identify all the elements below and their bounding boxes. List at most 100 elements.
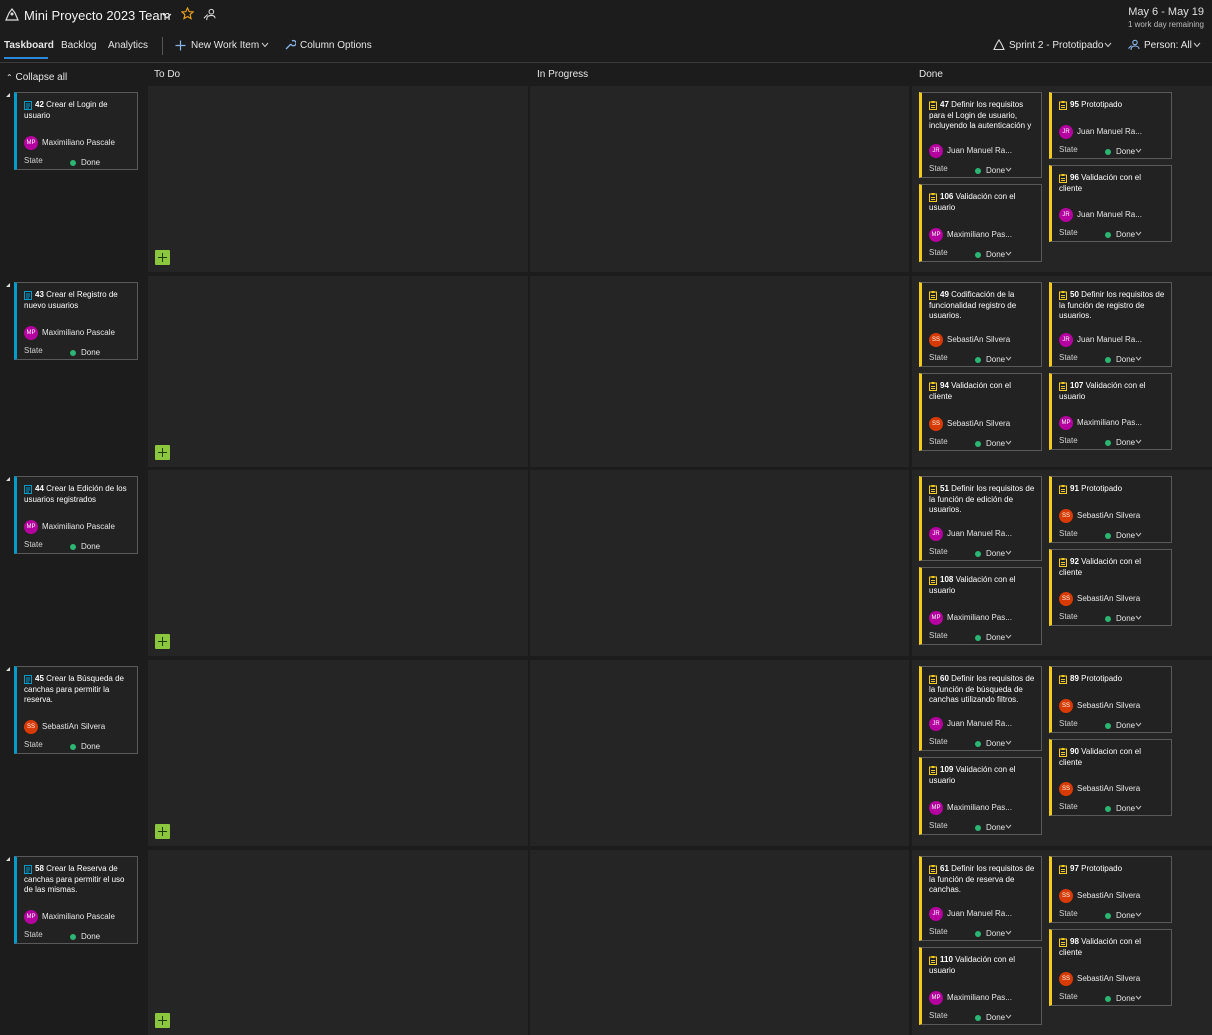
- state-chevron-down-icon[interactable]: [1135, 805, 1142, 810]
- card-title[interactable]: 50 Definir los requisitos de la función …: [1059, 290, 1165, 322]
- card-title[interactable]: 110 Validación con el usuario: [929, 955, 1035, 976]
- card-title[interactable]: 60 Definir los requisitos de la función …: [929, 674, 1035, 706]
- card-title[interactable]: 42 Crear el Login de usuario: [24, 100, 131, 121]
- state-chevron-down-icon[interactable]: [1005, 550, 1012, 555]
- user-story-card[interactable]: 45 Crear la Búsqueda de canchas para per…: [14, 666, 138, 754]
- swimlane-collapse-icon[interactable]: [6, 667, 10, 671]
- todo-cell[interactable]: [148, 276, 528, 467]
- team-title[interactable]: Mini Proyecto 2023 Team: [24, 8, 170, 23]
- add-task-button[interactable]: [155, 250, 170, 265]
- state-chevron-down-icon[interactable]: [1005, 440, 1012, 445]
- state-value[interactable]: Done: [975, 929, 1005, 938]
- state-chevron-down-icon[interactable]: [1005, 634, 1012, 639]
- task-card[interactable]: 91 Prototipado SS SebastiAn Silvera State Do…: [1049, 476, 1172, 543]
- state-value[interactable]: Done: [1105, 531, 1135, 540]
- swimlane-collapse-icon[interactable]: [6, 93, 10, 97]
- in-progress-cell[interactable]: [530, 276, 909, 467]
- assignee[interactable]: MP Maximiliano Pascale: [24, 136, 115, 150]
- swimlane-collapse-icon[interactable]: [6, 477, 10, 481]
- state-value[interactable]: Done: [1105, 721, 1135, 730]
- task-card[interactable]: 90 Validacion con el cliente SS SebastiAn …: [1049, 739, 1172, 816]
- state-value[interactable]: Done: [1105, 994, 1135, 1003]
- assignee[interactable]: MP Maximiliano Pas...: [929, 991, 1012, 1005]
- state-value[interactable]: Done: [975, 355, 1005, 364]
- assignee[interactable]: JR Juan Manuel Ra...: [1059, 208, 1142, 222]
- task-card[interactable]: 49 Codificación de la funcionalidad regi…: [919, 282, 1042, 367]
- task-card[interactable]: 106 Validación con el usuario MP Maximilia…: [919, 184, 1042, 262]
- state-chevron-down-icon[interactable]: [1135, 995, 1142, 1000]
- task-card[interactable]: 92 Validación con el cliente SS SebastiAn …: [1049, 549, 1172, 626]
- assignee[interactable]: JR Juan Manuel Ra...: [1059, 333, 1142, 347]
- assignee[interactable]: SS SebastiAn Silvera: [1059, 592, 1140, 606]
- state-chevron-down-icon[interactable]: [1135, 439, 1142, 444]
- task-card[interactable]: 97 Prototipado SS SebastiAn Silvera State Do…: [1049, 856, 1172, 923]
- swimlane-collapse-icon[interactable]: [6, 857, 10, 861]
- card-title[interactable]: 94 Validación con el cliente: [929, 381, 1035, 402]
- assignee[interactable]: MP Maximiliano Pascale: [24, 520, 115, 534]
- state-value[interactable]: Done: [1105, 147, 1135, 156]
- state-chevron-down-icon[interactable]: [1005, 740, 1012, 745]
- assignee[interactable]: SS SebastiAn Silvera: [929, 333, 1010, 347]
- assignee[interactable]: MP Maximiliano Pascale: [24, 910, 115, 924]
- card-title[interactable]: 108 Validación con el usuario: [929, 575, 1035, 596]
- state-value[interactable]: Done: [70, 742, 100, 751]
- task-card[interactable]: 98 Validación con el cliente SS SebastiAn …: [1049, 929, 1172, 1006]
- assignee[interactable]: SS SebastiAn Silvera: [1059, 889, 1140, 903]
- todo-cell[interactable]: [148, 850, 528, 1035]
- card-title[interactable]: 58 Crear la Reserva de canchas para perm…: [24, 864, 131, 896]
- assignee[interactable]: SS SebastiAn Silvera: [1059, 699, 1140, 713]
- assignee[interactable]: SS SebastiAn Silvera: [1059, 972, 1140, 986]
- assignee[interactable]: JR Juan Manuel Ra...: [1059, 125, 1142, 139]
- column-options-button[interactable]: Column Options: [284, 39, 372, 51]
- state-value[interactable]: Done: [975, 250, 1005, 259]
- state-value[interactable]: Done: [975, 823, 1005, 832]
- assignee[interactable]: SS SebastiAn Silvera: [24, 720, 105, 734]
- state-chevron-down-icon[interactable]: [1135, 148, 1142, 153]
- state-chevron-down-icon[interactable]: [1135, 912, 1142, 917]
- assignee[interactable]: MP Maximiliano Pascale: [24, 326, 115, 340]
- state-value[interactable]: Done: [975, 633, 1005, 642]
- todo-cell[interactable]: [148, 86, 528, 272]
- state-value[interactable]: Done: [1105, 230, 1135, 239]
- assignee[interactable]: JR Juan Manuel Ra...: [929, 144, 1012, 158]
- state-chevron-down-icon[interactable]: [1005, 1014, 1012, 1019]
- assignee[interactable]: SS SebastiAn Silvera: [1059, 782, 1140, 796]
- tab-backlog[interactable]: Backlog: [61, 40, 97, 51]
- state-value[interactable]: Done: [1105, 911, 1135, 920]
- card-title[interactable]: 43 Crear el Registro de nuevo usuarios: [24, 290, 131, 311]
- state-chevron-down-icon[interactable]: [1005, 251, 1012, 256]
- assignee[interactable]: SS SebastiAn Silvera: [1059, 509, 1140, 523]
- state-chevron-down-icon[interactable]: [1005, 356, 1012, 361]
- swimlane-collapse-icon[interactable]: [6, 283, 10, 287]
- state-chevron-down-icon[interactable]: [1005, 930, 1012, 935]
- card-title[interactable]: 96 Validación con el cliente: [1059, 173, 1165, 194]
- card-title[interactable]: 47 Definir los requisitos para el Login …: [929, 100, 1035, 132]
- card-title[interactable]: 49 Codificación de la funcionalidad regi…: [929, 290, 1035, 322]
- add-task-button[interactable]: [155, 824, 170, 839]
- state-chevron-down-icon[interactable]: [1005, 167, 1012, 172]
- state-value[interactable]: Done: [70, 158, 100, 167]
- card-title[interactable]: 61 Definir los requisitos de la función …: [929, 864, 1035, 896]
- state-chevron-down-icon[interactable]: [1135, 722, 1142, 727]
- card-title[interactable]: 91 Prototipado: [1059, 484, 1165, 495]
- state-value[interactable]: Done: [70, 542, 100, 551]
- state-value[interactable]: Done: [1105, 804, 1135, 813]
- user-story-card[interactable]: 43 Crear el Registro de nuevo usuarios MP…: [14, 282, 138, 360]
- card-title[interactable]: 106 Validación con el usuario: [929, 192, 1035, 213]
- collapse-all-button[interactable]: ⌃ Collapse all: [6, 72, 67, 83]
- state-value[interactable]: Done: [975, 1013, 1005, 1022]
- add-task-button[interactable]: [155, 445, 170, 460]
- assignee[interactable]: JR Juan Manuel Ra...: [929, 527, 1012, 541]
- card-title[interactable]: 97 Prototipado: [1059, 864, 1165, 875]
- task-card[interactable]: 60 Definir los requisitos de la función …: [919, 666, 1042, 751]
- sprint-selector[interactable]: Sprint 2 - Prototipado: [993, 39, 1112, 51]
- assignee[interactable]: MP Maximiliano Pas...: [1059, 416, 1142, 430]
- add-task-button[interactable]: [155, 634, 170, 649]
- state-value[interactable]: Done: [70, 348, 100, 357]
- state-chevron-down-icon[interactable]: [1135, 356, 1142, 361]
- assignee[interactable]: MP Maximiliano Pas...: [929, 228, 1012, 242]
- assignee[interactable]: SS SebastiAn Silvera: [929, 417, 1010, 431]
- todo-cell[interactable]: [148, 470, 528, 656]
- task-card[interactable]: 51 Definir los requisitos de la función …: [919, 476, 1042, 561]
- state-chevron-down-icon[interactable]: [1135, 231, 1142, 236]
